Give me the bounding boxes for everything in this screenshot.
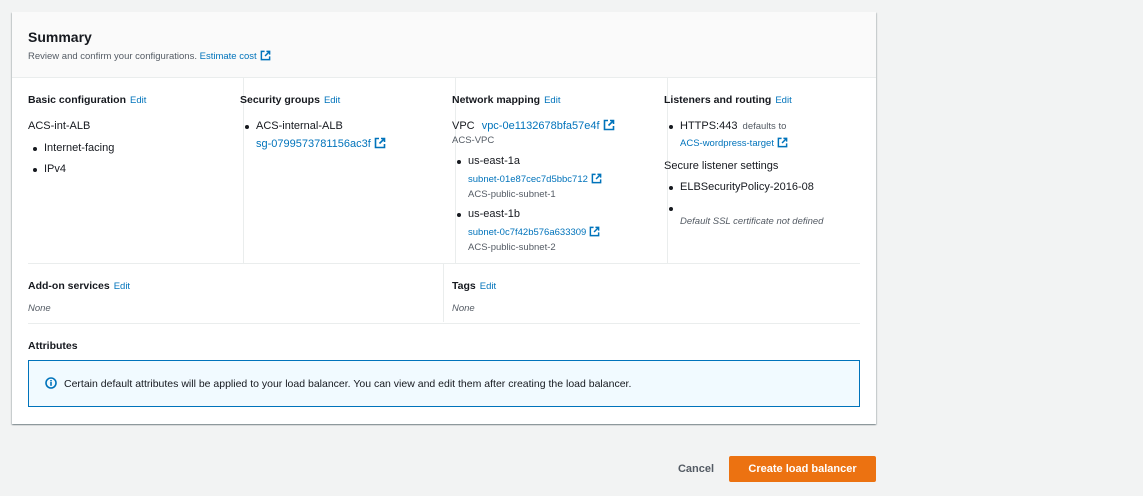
security-group-id-row: sg-0799573781156ac3f — [240, 137, 442, 151]
attributes-info-text: Certain default attributes will be appli… — [64, 378, 632, 390]
subnet-name: ACS-public-subnet-1 — [468, 189, 556, 200]
external-link-icon — [603, 119, 615, 131]
security-group-id: sg-0799573781156ac3f — [256, 138, 371, 150]
security-group-name: ACS-internal-ALB — [240, 119, 442, 133]
list-item: Internet-facing — [28, 141, 230, 155]
summary-header: Summary Review and confirm your configur… — [12, 12, 876, 78]
listeners-routing-title: Listeners and routing — [664, 94, 772, 106]
external-link-icon — [777, 137, 788, 148]
security-groups-title: Security groups — [240, 94, 320, 106]
listeners-routing-section: Listeners and routing Edit HTTPS:443 defa… — [664, 78, 866, 264]
create-load-balancer-button[interactable]: Create load balancer — [729, 456, 876, 482]
tags-heading: Tags Edit — [452, 280, 852, 293]
info-icon — [45, 377, 57, 392]
addon-services-heading: Add-on services Edit — [28, 280, 438, 293]
certificate-note: Default SSL certificate not defined — [680, 216, 824, 227]
summary-panel: Summary Review and confirm your configur… — [12, 12, 876, 424]
vpc-name: ACS-VPC — [452, 135, 495, 146]
network-mapping-title: Network mapping — [452, 94, 541, 106]
basic-configuration-section: Basic configuration Edit ACS-int-ALB Inte… — [28, 78, 230, 264]
external-link-icon — [591, 173, 602, 184]
listeners-routing-edit-link[interactable]: Edit — [775, 95, 791, 106]
vpc-id-link[interactable]: vpc-0e1132678bfa57e4f — [481, 119, 615, 132]
listener-item: HTTPS:443 defaults to — [664, 119, 866, 133]
target-group-name: ACS-wordpress-target — [680, 138, 774, 149]
tags-edit-link[interactable]: Edit — [480, 281, 496, 292]
addon-services-title: Add-on services — [28, 280, 110, 292]
availability-zone: us-east-1a — [452, 154, 654, 168]
availability-zone: us-east-1b — [452, 207, 654, 221]
subnet-id-link[interactable]: subnet-01e87cec7d5bbc712 — [468, 173, 602, 185]
subnet-row: subnet-01e87cec7d5bbc712 — [452, 173, 654, 186]
basic-configuration-title: Basic configuration — [28, 94, 127, 106]
summary-description: Review and confirm your configurations. … — [28, 50, 860, 64]
secure-listener-title: Secure listener settings — [664, 160, 779, 172]
tags-title: Tags — [452, 280, 476, 292]
load-balancer-name: ACS-int-ALB — [28, 120, 91, 132]
addon-services-section: Add-on services Edit None — [28, 280, 438, 314]
addon-services-value: None — [28, 303, 51, 314]
vpc-label: VPC — [452, 120, 475, 132]
vpc-row: VPC vpc-0e1132678bfa57e4f — [452, 119, 654, 133]
section-divider — [28, 263, 860, 264]
subnet-id-link[interactable]: subnet-0c7f42b576a633309 — [468, 226, 600, 238]
attributes-info-alert: Certain default attributes will be appli… — [28, 360, 860, 407]
target-group-row: ACS-wordpress-target — [664, 137, 866, 150]
estimate-cost-label: Estimate cost — [199, 51, 257, 62]
subnet-id: subnet-0c7f42b576a633309 — [468, 227, 587, 238]
security-groups-section: Security groups Edit ACS-internal-ALB sg-… — [240, 78, 442, 264]
network-mapping-edit-link[interactable]: Edit — [544, 95, 560, 106]
certificate-item — [664, 201, 866, 215]
external-link-icon — [374, 137, 386, 149]
basic-configuration-edit-link[interactable]: Edit — [130, 95, 146, 106]
subnet-id: subnet-01e87cec7d5bbc712 — [468, 174, 588, 185]
network-mapping-section: Network mapping Edit VPC vpc-0e1132678bfa… — [452, 78, 654, 264]
basic-configuration-heading: Basic configuration Edit — [28, 94, 230, 107]
security-groups-edit-link[interactable]: Edit — [324, 95, 340, 106]
tags-value: None — [452, 303, 475, 314]
vpc-id: vpc-0e1132678bfa57e4f — [481, 120, 600, 132]
tags-section: Tags Edit None — [452, 280, 852, 314]
security-groups-heading: Security groups Edit — [240, 94, 442, 107]
subnet-row: subnet-0c7f42b576a633309 — [452, 226, 654, 239]
listener-protocol: HTTPS:443 — [680, 120, 738, 132]
subnet-name: ACS-public-subnet-2 — [468, 242, 556, 253]
security-group-id-link[interactable]: sg-0799573781156ac3f — [256, 137, 386, 150]
listeners-routing-heading: Listeners and routing Edit — [664, 94, 866, 107]
network-mapping-heading: Network mapping Edit — [452, 94, 654, 107]
section-divider — [28, 323, 860, 324]
attributes-title: Attributes — [28, 340, 78, 352]
column-divider — [443, 264, 444, 322]
target-group-link[interactable]: ACS-wordpress-target — [680, 137, 788, 149]
external-link-icon — [589, 226, 600, 237]
cancel-button[interactable]: Cancel — [668, 457, 724, 481]
defaults-to-text: defaults to — [742, 121, 787, 132]
addon-services-edit-link[interactable]: Edit — [114, 281, 130, 292]
estimate-cost-link[interactable]: Estimate cost — [199, 50, 271, 62]
list-item: IPv4 — [28, 162, 230, 176]
summary-columns: Basic configuration Edit ACS-int-ALB Inte… — [12, 78, 876, 264]
external-link-icon — [260, 50, 271, 61]
summary-description-text: Review and confirm your configurations. — [28, 51, 197, 62]
security-policy: ELBSecurityPolicy-2016-08 — [664, 180, 866, 194]
summary-title: Summary — [28, 29, 92, 45]
